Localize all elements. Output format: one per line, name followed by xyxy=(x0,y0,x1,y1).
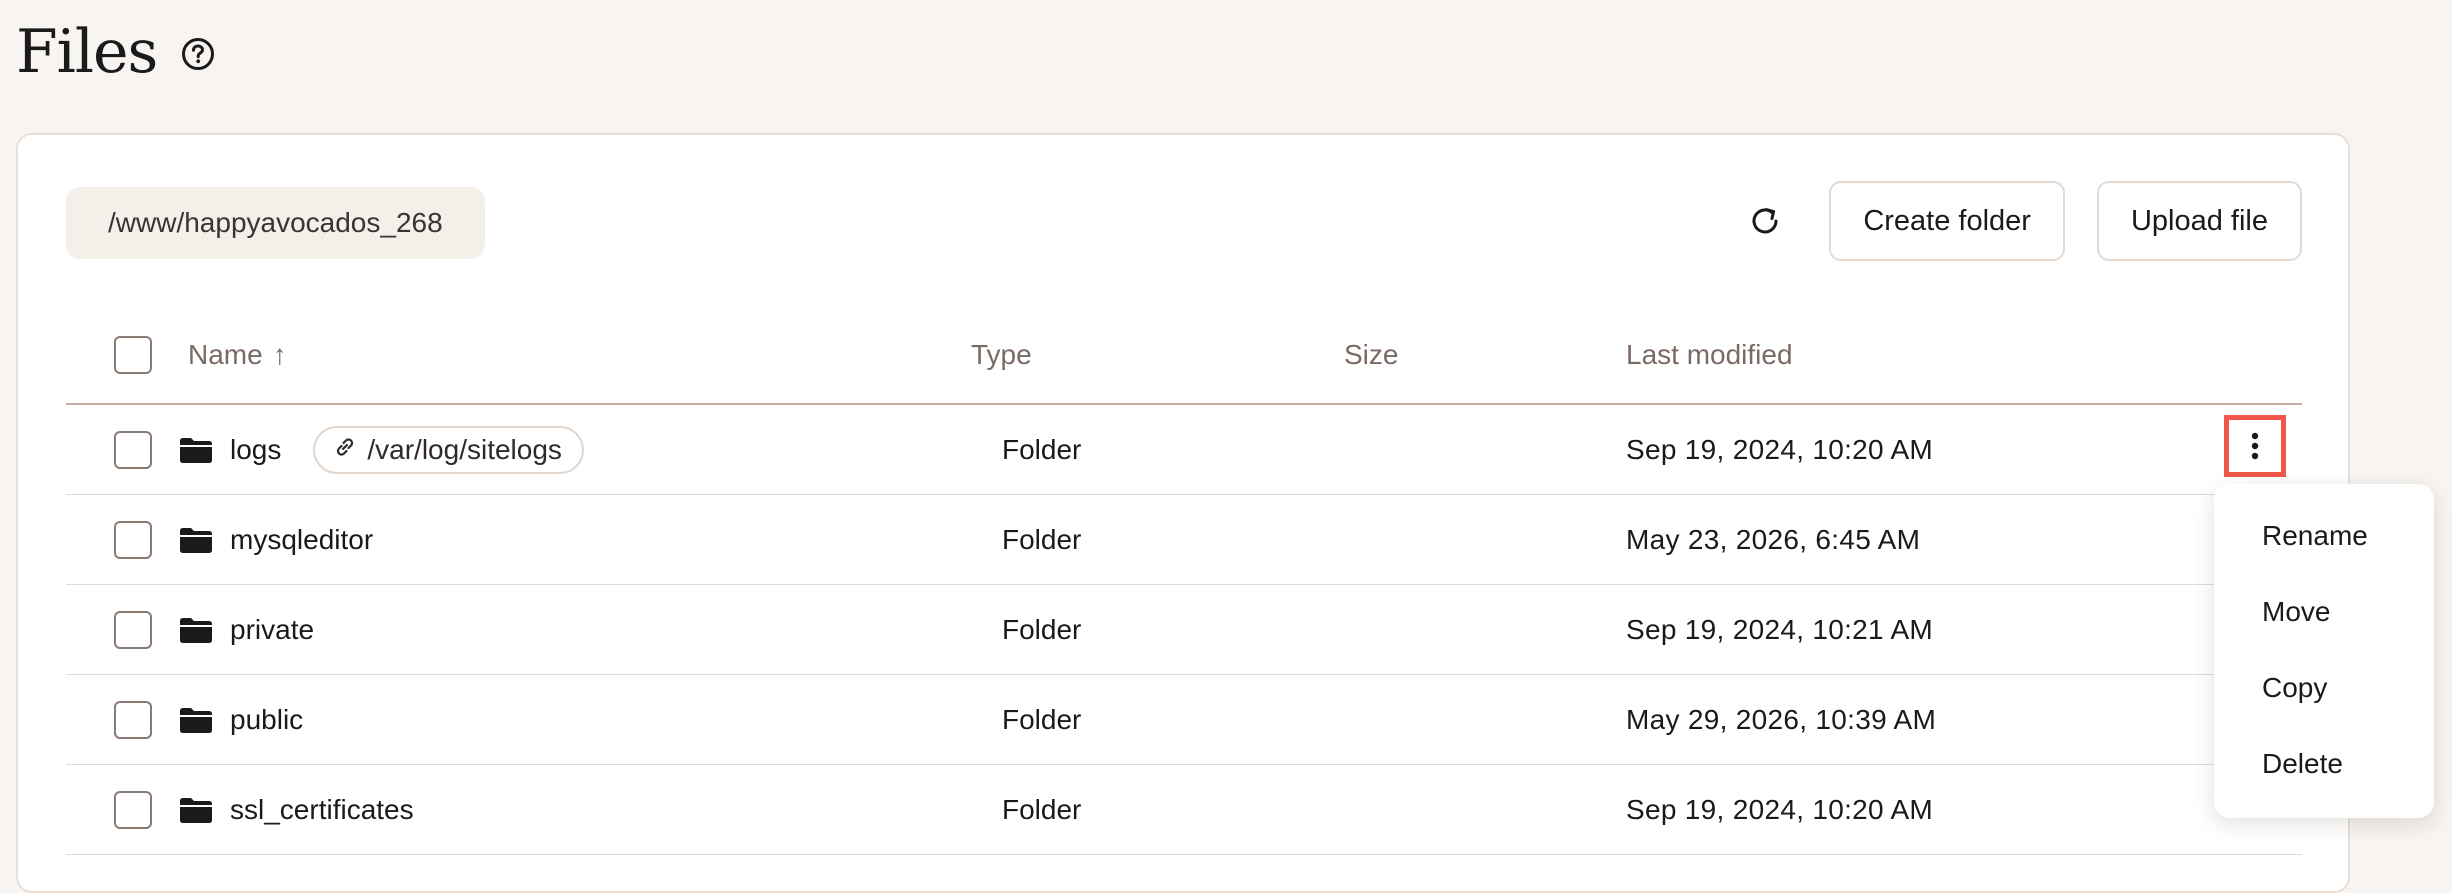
file-modified: May 23, 2026, 6:45 AM xyxy=(1626,524,1921,555)
file-name-cell: logs /var/log/sitelogs xyxy=(130,405,584,495)
sort-ascending-icon: ↑ xyxy=(272,339,287,370)
file-type: Folder xyxy=(1002,704,1082,735)
refresh-icon[interactable] xyxy=(1737,193,1793,249)
current-path: /www/happyavocados_268 xyxy=(66,187,485,259)
file-manager-card: /www/happyavocados_268 Create folder Upl… xyxy=(16,133,2350,893)
link-icon xyxy=(333,434,357,466)
table-row[interactable]: public Folder May 29, 2026, 10:39 AM xyxy=(66,675,2302,765)
folder-icon xyxy=(180,617,212,643)
table-row[interactable]: logs /var/log/sitelogs Folder Sep 19, 20… xyxy=(66,405,2302,495)
help-circle-icon[interactable] xyxy=(181,37,215,71)
upload-file-button[interactable]: Upload file xyxy=(2096,181,2302,261)
column-name-label: Name xyxy=(188,339,263,370)
table-row[interactable]: ssl_certificates Folder Sep 19, 2024, 10… xyxy=(66,765,2302,855)
file-name[interactable]: public xyxy=(230,704,303,736)
column-size[interactable]: Size xyxy=(1344,305,1398,405)
row-actions-kebab-icon[interactable] xyxy=(2224,415,2286,477)
folder-icon xyxy=(180,707,212,733)
file-type: Folder xyxy=(1002,434,1082,465)
file-type: Folder xyxy=(1002,614,1082,645)
file-modified: Sep 19, 2024, 10:20 AM xyxy=(1626,794,1934,825)
symlink-badge[interactable]: /var/log/sitelogs xyxy=(313,426,584,474)
menu-item-delete[interactable]: Delete xyxy=(2214,726,2434,802)
page-title: Files xyxy=(16,17,158,87)
symlink-target: /var/log/sitelogs xyxy=(367,434,562,465)
column-last-modified[interactable]: Last modified xyxy=(1626,305,1793,405)
file-name[interactable]: private xyxy=(230,614,314,646)
file-name-cell: mysqleditor xyxy=(130,495,373,585)
file-modified: May 29, 2026, 10:39 AM xyxy=(1626,704,1937,735)
select-all-checkbox[interactable] xyxy=(114,336,152,374)
file-name[interactable]: ssl_certificates xyxy=(230,794,414,826)
table-row[interactable]: private Folder Sep 19, 2024, 10:21 AM xyxy=(66,585,2302,675)
files-table: Name ↑ Type Size Last modified logs /var… xyxy=(66,305,2302,855)
file-modified: Sep 19, 2024, 10:20 AM xyxy=(1626,434,1934,465)
file-modified: Sep 19, 2024, 10:21 AM xyxy=(1626,614,1934,645)
column-type[interactable]: Type xyxy=(971,305,1032,405)
table-header: Name ↑ Type Size Last modified xyxy=(66,305,2302,405)
folder-icon xyxy=(180,437,212,463)
menu-item-move[interactable]: Move xyxy=(2214,574,2434,650)
file-type: Folder xyxy=(1002,524,1082,555)
toolbar-actions: Create folder Upload file xyxy=(1737,181,2302,261)
page-header: Files xyxy=(16,10,215,94)
file-name-cell: public xyxy=(130,675,303,765)
folder-icon xyxy=(180,527,212,553)
column-name[interactable]: Name ↑ xyxy=(188,305,287,405)
select-all-cell xyxy=(114,305,152,405)
table-row[interactable]: mysqleditor Folder May 23, 2026, 6:45 AM xyxy=(66,495,2302,585)
file-name[interactable]: mysqleditor xyxy=(230,524,373,556)
folder-icon xyxy=(180,797,212,823)
file-name-cell: private xyxy=(130,585,314,675)
menu-item-rename[interactable]: Rename xyxy=(2214,498,2434,574)
file-name[interactable]: logs xyxy=(230,434,281,466)
menu-item-copy[interactable]: Copy xyxy=(2214,650,2434,726)
create-folder-button[interactable]: Create folder xyxy=(1829,181,2065,261)
row-actions-menu: Rename Move Copy Delete xyxy=(2214,484,2434,818)
file-name-cell: ssl_certificates xyxy=(130,765,414,855)
file-type: Folder xyxy=(1002,794,1082,825)
